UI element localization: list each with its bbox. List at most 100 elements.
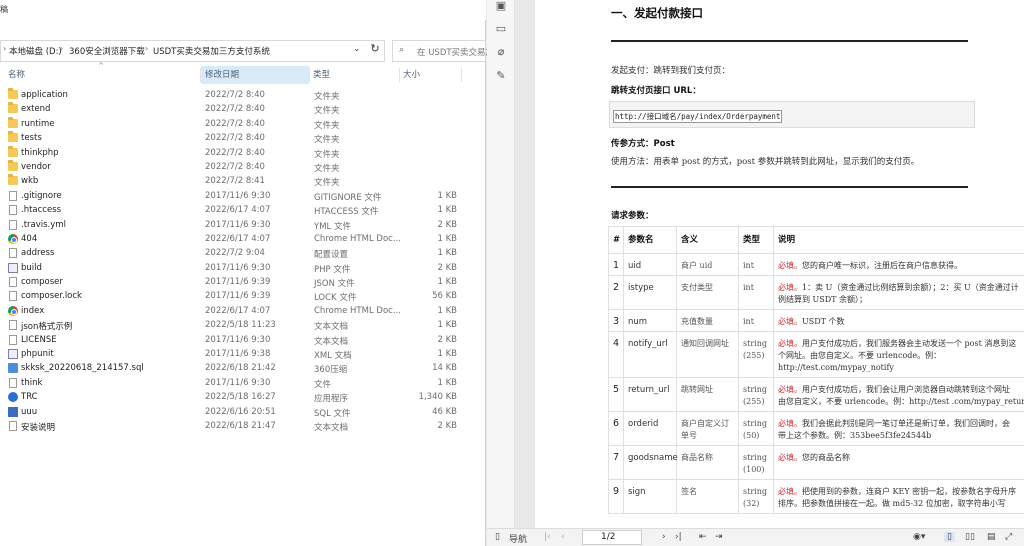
file-list: application 2022/7/2 8:40 文件夹 extend 2022/7/… xyxy=(0,88,486,433)
nav-label[interactable]: 导航 xyxy=(509,532,527,545)
method-label: 传参方式：Post xyxy=(611,139,675,149)
file-row[interactable]: 安装说明 2022/6/18 21:47 文本文档 2 KB xyxy=(0,419,486,433)
refresh-icon[interactable]: ↻ xyxy=(366,42,384,60)
breadcrumb-drive[interactable]: 本地磁盘 (D:) xyxy=(9,45,62,57)
book-view-icon[interactable]: ▤ xyxy=(987,532,996,542)
file-size: 2 KB xyxy=(437,262,457,273)
file-date: 2017/11/6 9:30 xyxy=(205,219,271,230)
file-row[interactable]: LICENSE 2017/11/6 9:30 文本文档 2 KB xyxy=(0,333,486,347)
doc-icon xyxy=(9,205,17,216)
header-param-name: 参数名 xyxy=(623,226,677,254)
breadcrumb-downloads[interactable]: 360安全浏览器下载 xyxy=(69,45,145,57)
page-number-field[interactable]: 1/2 xyxy=(582,530,642,545)
file-name: composer xyxy=(21,277,63,288)
file-row[interactable]: index 2022/6/17 4:07 Chrome HTML Doc... 1 K… xyxy=(0,304,486,318)
doc-icon xyxy=(9,277,17,288)
fullscreen-icon[interactable]: ⤢ xyxy=(1005,532,1012,542)
window-title: 稿 xyxy=(0,5,8,14)
column-header-type[interactable]: 类型 xyxy=(309,66,399,84)
address-bar[interactable]: › 本地磁盘 (D:) › 360安全浏览器下载 › USDT买卖交易加三方支付… xyxy=(0,40,385,62)
doc-icon xyxy=(9,377,17,388)
file-row[interactable]: address 2022/7/2 9:04 配置设置 1 KB xyxy=(0,246,486,260)
column-header-name[interactable]: 名称 xyxy=(4,66,200,84)
file-name: 404 xyxy=(21,233,38,244)
next-page-icon[interactable]: › xyxy=(662,532,666,542)
file-row[interactable]: build 2017/11/6 9:30 PHP 文件 2 KB xyxy=(0,261,486,275)
intro-text: 发起支付：跳转到我们支付页： xyxy=(611,66,731,76)
comment-icon[interactable]: ▭ xyxy=(495,23,507,35)
doc-icon xyxy=(9,248,17,259)
file-size: 1 KB xyxy=(437,248,457,259)
chrome-icon xyxy=(8,305,18,316)
file-name: tests xyxy=(21,133,42,144)
required-marker: 必填。 xyxy=(778,453,802,462)
file-size: 2 KB xyxy=(437,219,457,230)
sign-icon[interactable]: ✎ xyxy=(495,70,507,82)
file-name: json格式示例 xyxy=(21,322,73,333)
file-type: 文件夹 xyxy=(314,163,340,174)
file-row[interactable]: thinkphp 2022/7/2 8:40 文件夹 xyxy=(0,145,486,160)
file-name: .gitignore xyxy=(21,190,62,201)
file-name: index xyxy=(21,305,45,316)
header-description: 说明 xyxy=(773,226,1024,254)
attach-icon[interactable]: ⌀ xyxy=(495,46,507,58)
file-row[interactable]: json格式示例 2022/5/18 11:23 文本文档 1 KB xyxy=(0,318,486,332)
first-page-icon[interactable]: |‹ xyxy=(544,532,551,542)
file-row[interactable]: application 2022/7/2 8:40 文件夹 xyxy=(0,88,486,102)
file-type: 360压缩 xyxy=(314,365,348,376)
eye-mode-icon[interactable]: ◉▾ xyxy=(913,532,925,542)
file-row[interactable]: uuu 2022/6/16 20:51 SQL 文件 46 KB xyxy=(0,405,486,419)
file-row[interactable]: phpunit 2017/11/6 9:38 XML 文档 1 KB xyxy=(0,347,486,361)
file-row[interactable]: tests 2022/7/2 8:40 文件夹 xyxy=(0,131,486,145)
divider xyxy=(611,186,968,188)
file-row[interactable]: wkb 2022/7/2 8:41 文件夹 xyxy=(0,174,486,188)
php-icon xyxy=(8,262,18,273)
param-name: istype xyxy=(623,275,677,310)
file-type: JSON 文件 xyxy=(314,279,355,290)
file-row[interactable]: extend 2022/7/2 8:40 文件夹 xyxy=(0,102,486,116)
doc-icon xyxy=(9,320,17,331)
search-box[interactable]: ⌕ 在 USDT买卖交易加 xyxy=(392,40,494,62)
file-type: 文件 xyxy=(314,379,332,390)
file-row[interactable]: .travis.yml 2017/11/6 9:30 YML 文件 2 KB xyxy=(0,218,486,232)
file-row[interactable]: runtime 2022/7/2 8:40 文件夹 xyxy=(0,116,486,131)
breadcrumb-current-folder[interactable]: USDT买卖交易加三方支付系统 xyxy=(153,45,270,57)
column-header-date[interactable]: 修改日期 xyxy=(201,66,309,84)
divider xyxy=(611,40,968,42)
single-page-icon[interactable]: ▯ xyxy=(944,532,955,542)
forward-icon[interactable]: ⇥ xyxy=(715,532,723,542)
file-row[interactable]: skksk_20220618_214157.sql 2022/6/18 21:42… xyxy=(0,361,486,375)
file-row[interactable]: .gitignore 2017/11/6 9:30 GITIGNORE 文件 1 KB xyxy=(0,189,486,203)
param-row: 7 goodsname 商品名称 string (100) 必填。您的商品名称 xyxy=(608,445,1024,480)
file-row[interactable]: 404 2022/6/17 4:07 Chrome HTML Doc... 1 KB xyxy=(0,232,486,246)
image-icon[interactable]: ▣ xyxy=(495,0,507,12)
file-type: 文本文档 xyxy=(314,322,349,333)
file-row[interactable]: TRC 2022/5/18 16:27 应用程序 1,340 KB xyxy=(0,390,486,404)
doc-icon xyxy=(9,334,17,345)
file-row[interactable]: vendor 2022/7/2 8:40 文件夹 xyxy=(0,159,486,174)
last-page-icon[interactable]: ›| xyxy=(675,532,682,542)
file-row[interactable]: think 2017/11/6 9:30 文件 1 KB xyxy=(0,376,486,390)
file-size: 2 KB xyxy=(437,420,457,431)
chevron-down-icon[interactable]: ⌄ xyxy=(353,44,361,54)
viewer-statusbar: ▯ 导航 |‹ ‹ 1/2 › ›| ⇤ ⇥ ◉▾ ▯ ▯▯ ▤ ⤢ xyxy=(487,528,1024,546)
file-row[interactable]: .htaccess 2022/6/17 4:07 HTACCESS 文件 1 KB xyxy=(0,203,486,217)
column-header-size[interactable]: 大小 xyxy=(399,66,461,84)
search-icon: ⌕ xyxy=(399,45,405,55)
file-date: 2017/11/6 9:38 xyxy=(205,349,271,360)
prev-page-icon[interactable]: ‹ xyxy=(561,532,565,542)
file-name: .htaccess xyxy=(21,205,62,216)
chevron-right-icon: › xyxy=(145,44,149,53)
file-date: 2022/7/2 8:40 xyxy=(205,90,265,100)
nav-pane-icon[interactable]: ▯ xyxy=(495,532,500,542)
file-name: runtime xyxy=(21,118,55,129)
params-label: 请求参数： xyxy=(611,211,654,221)
description-line: 1：卖 U（资金通过比例结算到余额）；2：买 U（资金通过计 xyxy=(802,283,1019,292)
file-row[interactable]: composer 2017/11/6 9:39 JSON 文件 1 KB xyxy=(0,275,486,289)
description-line: USDT 个数 xyxy=(802,317,845,326)
file-row[interactable]: composer.lock 2017/11/6 9:39 LOCK 文件 56 KB xyxy=(0,289,486,303)
back-icon[interactable]: ⇤ xyxy=(699,532,707,542)
param-type: int xyxy=(738,253,774,276)
double-page-icon[interactable]: ▯▯ xyxy=(965,532,975,542)
file-date: 2017/11/6 9:30 xyxy=(205,334,271,345)
